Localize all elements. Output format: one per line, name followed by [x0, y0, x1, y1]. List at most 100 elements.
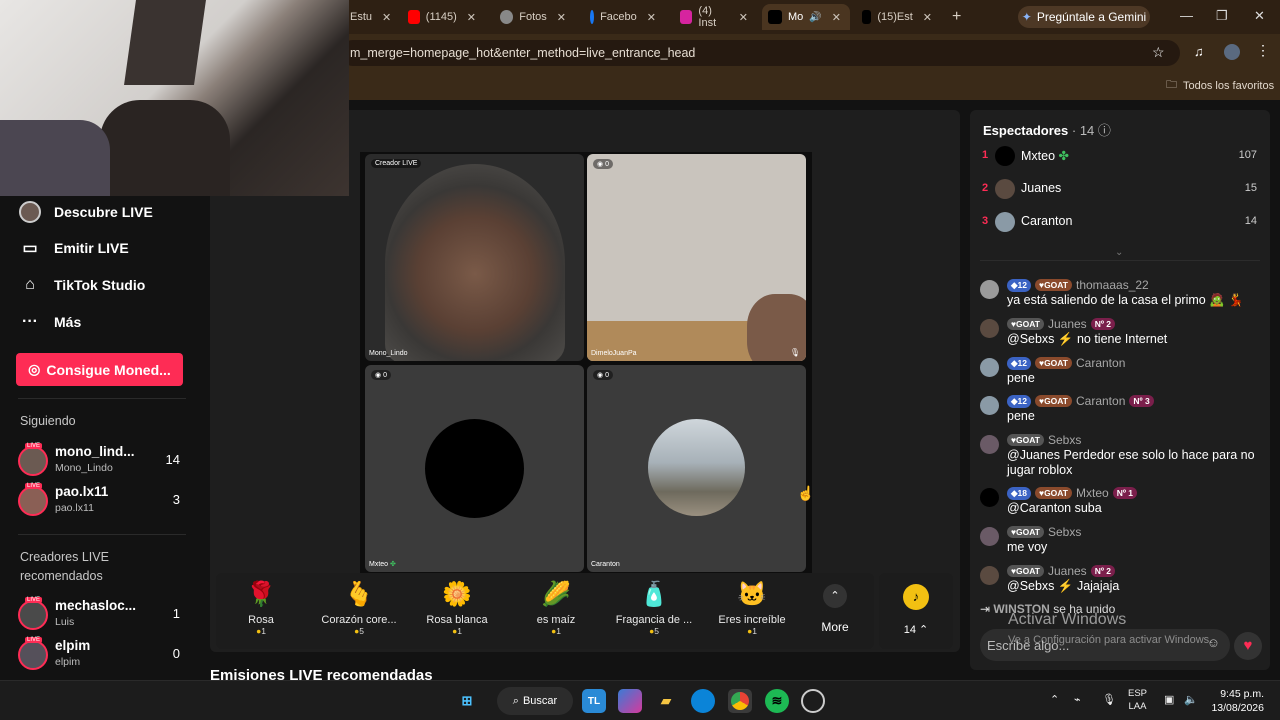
windows-start-icon[interactable]: ⊞	[455, 689, 479, 713]
divider	[18, 534, 186, 535]
close-icon[interactable]: ✕	[832, 11, 841, 24]
chevron-down-icon[interactable]: ⌄	[1115, 247, 1123, 258]
tab-4[interactable]: (4) Inst ✕	[674, 4, 754, 30]
avatar	[18, 486, 48, 516]
tab-0[interactable]: Estu ✕	[344, 4, 396, 30]
tab-6[interactable]: (15)Est ✕	[856, 4, 938, 30]
coin-icon: ♪	[903, 584, 929, 610]
clover-icon: ✤	[390, 561, 396, 568]
mic-off-icon: 🎙	[789, 348, 800, 357]
nav-go-live[interactable]: ▭ Emitir LIVE	[18, 236, 128, 260]
sidebar: Descubre LIVE ▭ Emitir LIVE ⌂ TikTok Studi…	[0, 196, 210, 680]
gift-rosa-blanca[interactable]: 🌼 Rosa blanca ●1	[412, 579, 502, 636]
following-item[interactable]: LIVE pao.lx11 pao.lx11 3	[18, 482, 188, 524]
viewer-row[interactable]: 1 Mxteo ✤ 107	[982, 143, 1262, 171]
copilot-icon[interactable]	[618, 689, 642, 713]
like-button[interactable]: ♥	[1234, 632, 1262, 660]
clock[interactable]: 9:45 p.m. 13/08/2026	[1208, 687, 1264, 715]
media-icon[interactable]: ♫	[1194, 44, 1204, 59]
gift-maiz[interactable]: 🌽 es maíz ●1	[511, 579, 601, 636]
live-badge: LIVE	[25, 483, 43, 489]
nav-tiktok-studio[interactable]: ⌂ TikTok Studio	[18, 273, 145, 297]
guest-cell-4[interactable]: ◉ 0 Caranton	[587, 365, 806, 572]
tab-3[interactable]: Facebo ✕	[584, 4, 662, 30]
clover-icon: ✤	[1058, 149, 1070, 163]
spotify-icon[interactable]: ≋	[765, 689, 789, 713]
bookmarks-folder[interactable]: 🗀 Todos los favoritos	[1166, 76, 1274, 95]
coin-balance-button[interactable]: ♪ 14 ⌃	[879, 573, 953, 649]
more-gifts-button[interactable]: ⌃ More	[810, 580, 860, 634]
display-icon[interactable]: ▣	[1164, 693, 1174, 706]
tab-1[interactable]: (1145) ✕	[402, 4, 482, 30]
app-icon[interactable]	[801, 689, 825, 713]
guest-label: DimeloJuanPa	[591, 350, 637, 357]
viewer-row[interactable]: 3 Caranton 14	[982, 209, 1262, 237]
corn-icon: 🌽	[541, 581, 571, 608]
guest-cell-host[interactable]: Creador LIVE Mono_Lindo	[365, 154, 584, 361]
avatar	[980, 358, 999, 377]
file-explorer-icon[interactable]: ▰	[654, 689, 678, 713]
profile-avatar[interactable]	[1224, 44, 1240, 60]
viewers-title: Espectadores · 14 ⓘ	[983, 123, 1111, 138]
tiktok-icon	[862, 10, 872, 24]
teams-icon[interactable]: TL	[582, 689, 606, 713]
viewer-row[interactable]: 2 Juanes 15	[982, 176, 1262, 204]
close-icon[interactable]: ✕	[647, 11, 656, 24]
chrome-icon[interactable]	[728, 689, 752, 713]
speaker-icon[interactable]: 🔊	[809, 12, 821, 23]
star-icon[interactable]: ☆	[1152, 44, 1165, 61]
gift-rosa[interactable]: 🌹 Rosa ●1	[216, 579, 306, 636]
close-icon[interactable]: ✕	[557, 11, 566, 24]
gift-eres-increible[interactable]: 🐱 Eres increíble ●1	[707, 579, 797, 636]
tiktok-icon	[768, 10, 782, 24]
recommended-item[interactable]: LIVE mechasloc... Luis 1	[18, 596, 188, 638]
close-icon[interactable]: ✕	[923, 11, 932, 24]
avatar	[980, 488, 999, 507]
live-badge: LIVE	[25, 597, 43, 603]
get-coins-button[interactable]: ◎ Consigue Moned...	[16, 353, 183, 386]
tab-5[interactable]: Mo 🔊 ✕	[762, 4, 850, 30]
guest-avatar	[648, 419, 745, 516]
heart-icon: ♥	[1243, 637, 1253, 654]
close-icon[interactable]: ✕	[382, 11, 391, 24]
recommended-title: Creadores LIVE recomendados	[20, 550, 109, 583]
avatar	[18, 640, 48, 670]
language-indicator[interactable]: ESP LAA	[1128, 687, 1147, 713]
edge-icon[interactable]	[691, 689, 715, 713]
more-icon: ···	[22, 313, 38, 330]
address-bar[interactable]: m_merge=homepage_hot&enter_method=live_e…	[340, 40, 1180, 66]
gemini-button[interactable]: ✦ Pregúntale a Gemini	[1018, 6, 1150, 28]
maximize-button[interactable]: ❐	[1216, 8, 1228, 24]
close-window-button[interactable]: ✕	[1254, 8, 1265, 24]
recommended-item[interactable]: LIVE elpim elpim 0	[18, 636, 188, 678]
mic-icon[interactable]: 🎙	[1102, 693, 1116, 706]
live-badge: LIVE	[25, 443, 43, 449]
chevron-up-icon[interactable]: ⌃	[1050, 693, 1059, 706]
nav-more[interactable]: ··· Más	[18, 310, 81, 334]
following-item[interactable]: LIVE mono_lind... Mono_Lindo 14	[18, 442, 188, 484]
taskbar-search[interactable]: ⌕ Buscar	[497, 687, 573, 715]
new-tab-button[interactable]: +	[946, 4, 966, 30]
guest-cell-3[interactable]: ◉ 0 Mxteo ✤	[365, 365, 584, 572]
avatar	[995, 179, 1015, 199]
folder-icon: 🗀	[1166, 79, 1177, 91]
info-icon[interactable]: ⓘ	[1098, 123, 1111, 138]
tab-2[interactable]: Fotos ✕	[494, 4, 572, 30]
close-icon[interactable]: ✕	[467, 11, 476, 24]
gear-icon	[500, 10, 514, 24]
guest-cell-2[interactable]: ◉ 0 DimeloJuanPa 🎙	[587, 154, 806, 361]
minimize-button[interactable]: —	[1180, 8, 1193, 23]
webcam-object	[0, 120, 110, 196]
camera-icon: ▭	[22, 240, 38, 257]
gift-fragancia[interactable]: 🧴 Fragancia de ... ●5	[609, 579, 699, 636]
nav-discover-live[interactable]: Descubre LIVE	[18, 200, 153, 224]
guest-label: Mxteo ✤	[369, 561, 396, 568]
close-icon[interactable]: ✕	[739, 11, 748, 24]
gift-corazon[interactable]: 🫰 Corazón core... ●5	[314, 579, 404, 636]
live-badge: LIVE	[25, 637, 43, 643]
divider	[980, 260, 1260, 261]
network-icon[interactable]: ⌁	[1074, 693, 1081, 706]
volume-icon[interactable]: 🔈	[1184, 693, 1198, 706]
instagram-icon	[680, 10, 693, 24]
menu-icon[interactable]: ⋮	[1256, 42, 1270, 59]
